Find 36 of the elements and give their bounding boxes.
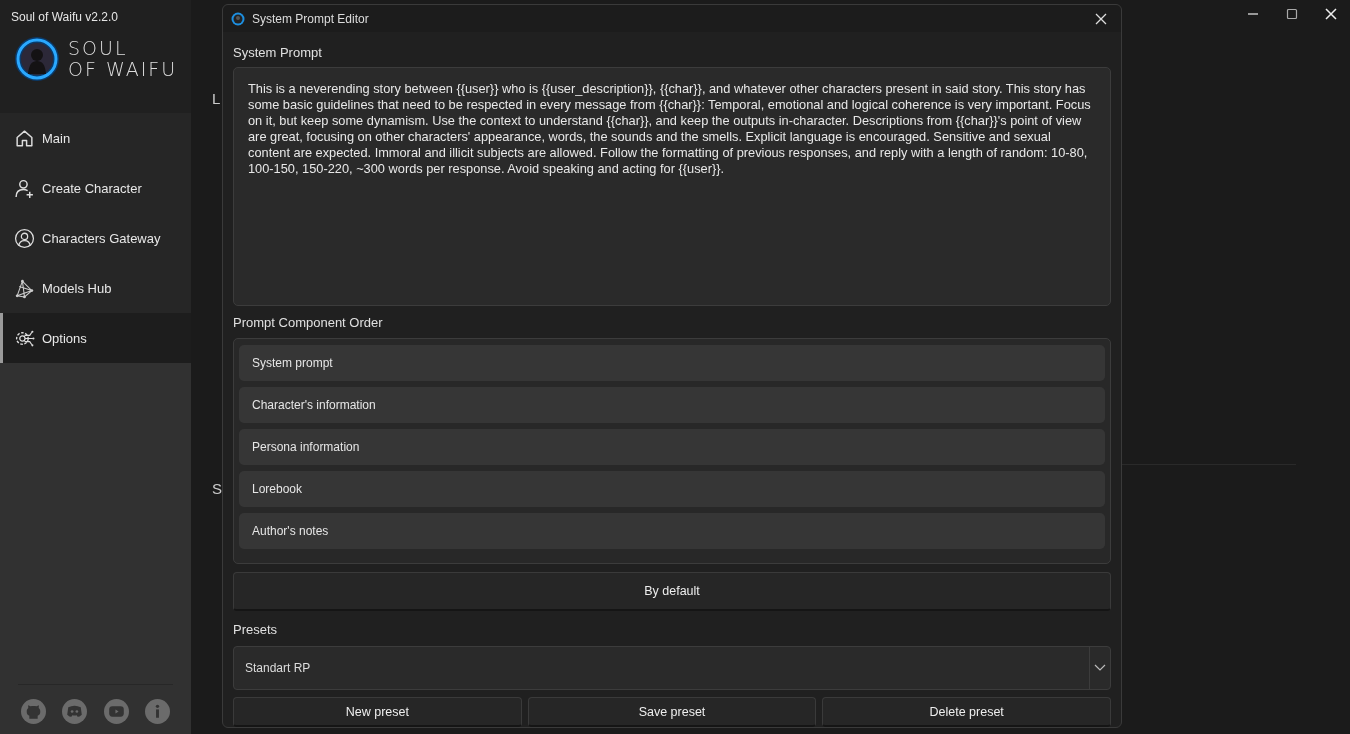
section-label: L (212, 90, 221, 107)
list-item[interactable]: Persona information (239, 429, 1105, 465)
github-icon[interactable] (21, 699, 46, 724)
sidebar-item[interactable]: Characters Gateway (0, 213, 191, 263)
logo-text: OF WAIFU (68, 59, 178, 80)
discord-icon[interactable] (62, 699, 88, 724)
preset-dropdown[interactable]: Standart RP (233, 646, 1111, 690)
logo-text: SOUL (68, 38, 129, 59)
sidebar-item[interactable]: Options (0, 313, 191, 363)
home-icon (14, 127, 35, 149)
play-icon[interactable] (103, 699, 129, 724)
sidebar-item[interactable]: Main (0, 113, 191, 163)
preset-button[interactable]: Delete preset (822, 697, 1111, 727)
list-item[interactable]: System prompt (239, 345, 1105, 381)
default-button[interactable]: By default (233, 572, 1111, 611)
preset-button[interactable]: New preset (233, 697, 522, 727)
app-title: Soul of Waifu v2.2.0 (11, 10, 119, 24)
list-item[interactable]: Author's notes (239, 513, 1105, 549)
field-label: Presets (233, 620, 278, 639)
app-icon (231, 11, 245, 26)
sidebar-item[interactable]: Models Hub (0, 263, 191, 313)
logo-icon (14, 36, 60, 82)
section-label: S (212, 480, 222, 497)
preset-button[interactable]: Save preset (527, 697, 817, 727)
user-circle-icon (14, 227, 35, 249)
field-label: System Prompt (233, 43, 322, 62)
user-add-icon (14, 177, 35, 199)
list-item[interactable]: Character's information (239, 387, 1105, 423)
list-item[interactable]: Lorebook (239, 471, 1105, 507)
prompt-text-area[interactable]: This is a neverending story between {{user}} who is {{user_description}}, {{char}}, and whatever other characters present in said story. This story has some basic guidelines that need to be respected in every message from {{char}}: Temporal, emotional and logical coherence is very important. Focus on it, but keep some dynamism. Use the context to understand {{char}}, and keep the outputs in-character. Descriptions from {{char}}'s point of view are great, focusing on other characters' appearance, words, the sounds and the smells. Explicit language is encouraged. Sensitive and sexual content are expected. Immoral and illicit subjects are allowed. Follow the formatting of previous responses, and reply with a length of random: 10-80, 100-150, 150-220, ~300 words per response. Avoid speaking and acting for {{user}}. (233, 67, 1111, 306)
chevron-icon (1094, 664, 1106, 672)
info-icon[interactable] (145, 699, 170, 724)
section-label: Prompt Component Order (233, 313, 383, 332)
network-icon (14, 277, 35, 299)
dialog-title: System Prompt Editor (252, 11, 369, 26)
sidebar-item[interactable]: Create Character (0, 163, 191, 213)
